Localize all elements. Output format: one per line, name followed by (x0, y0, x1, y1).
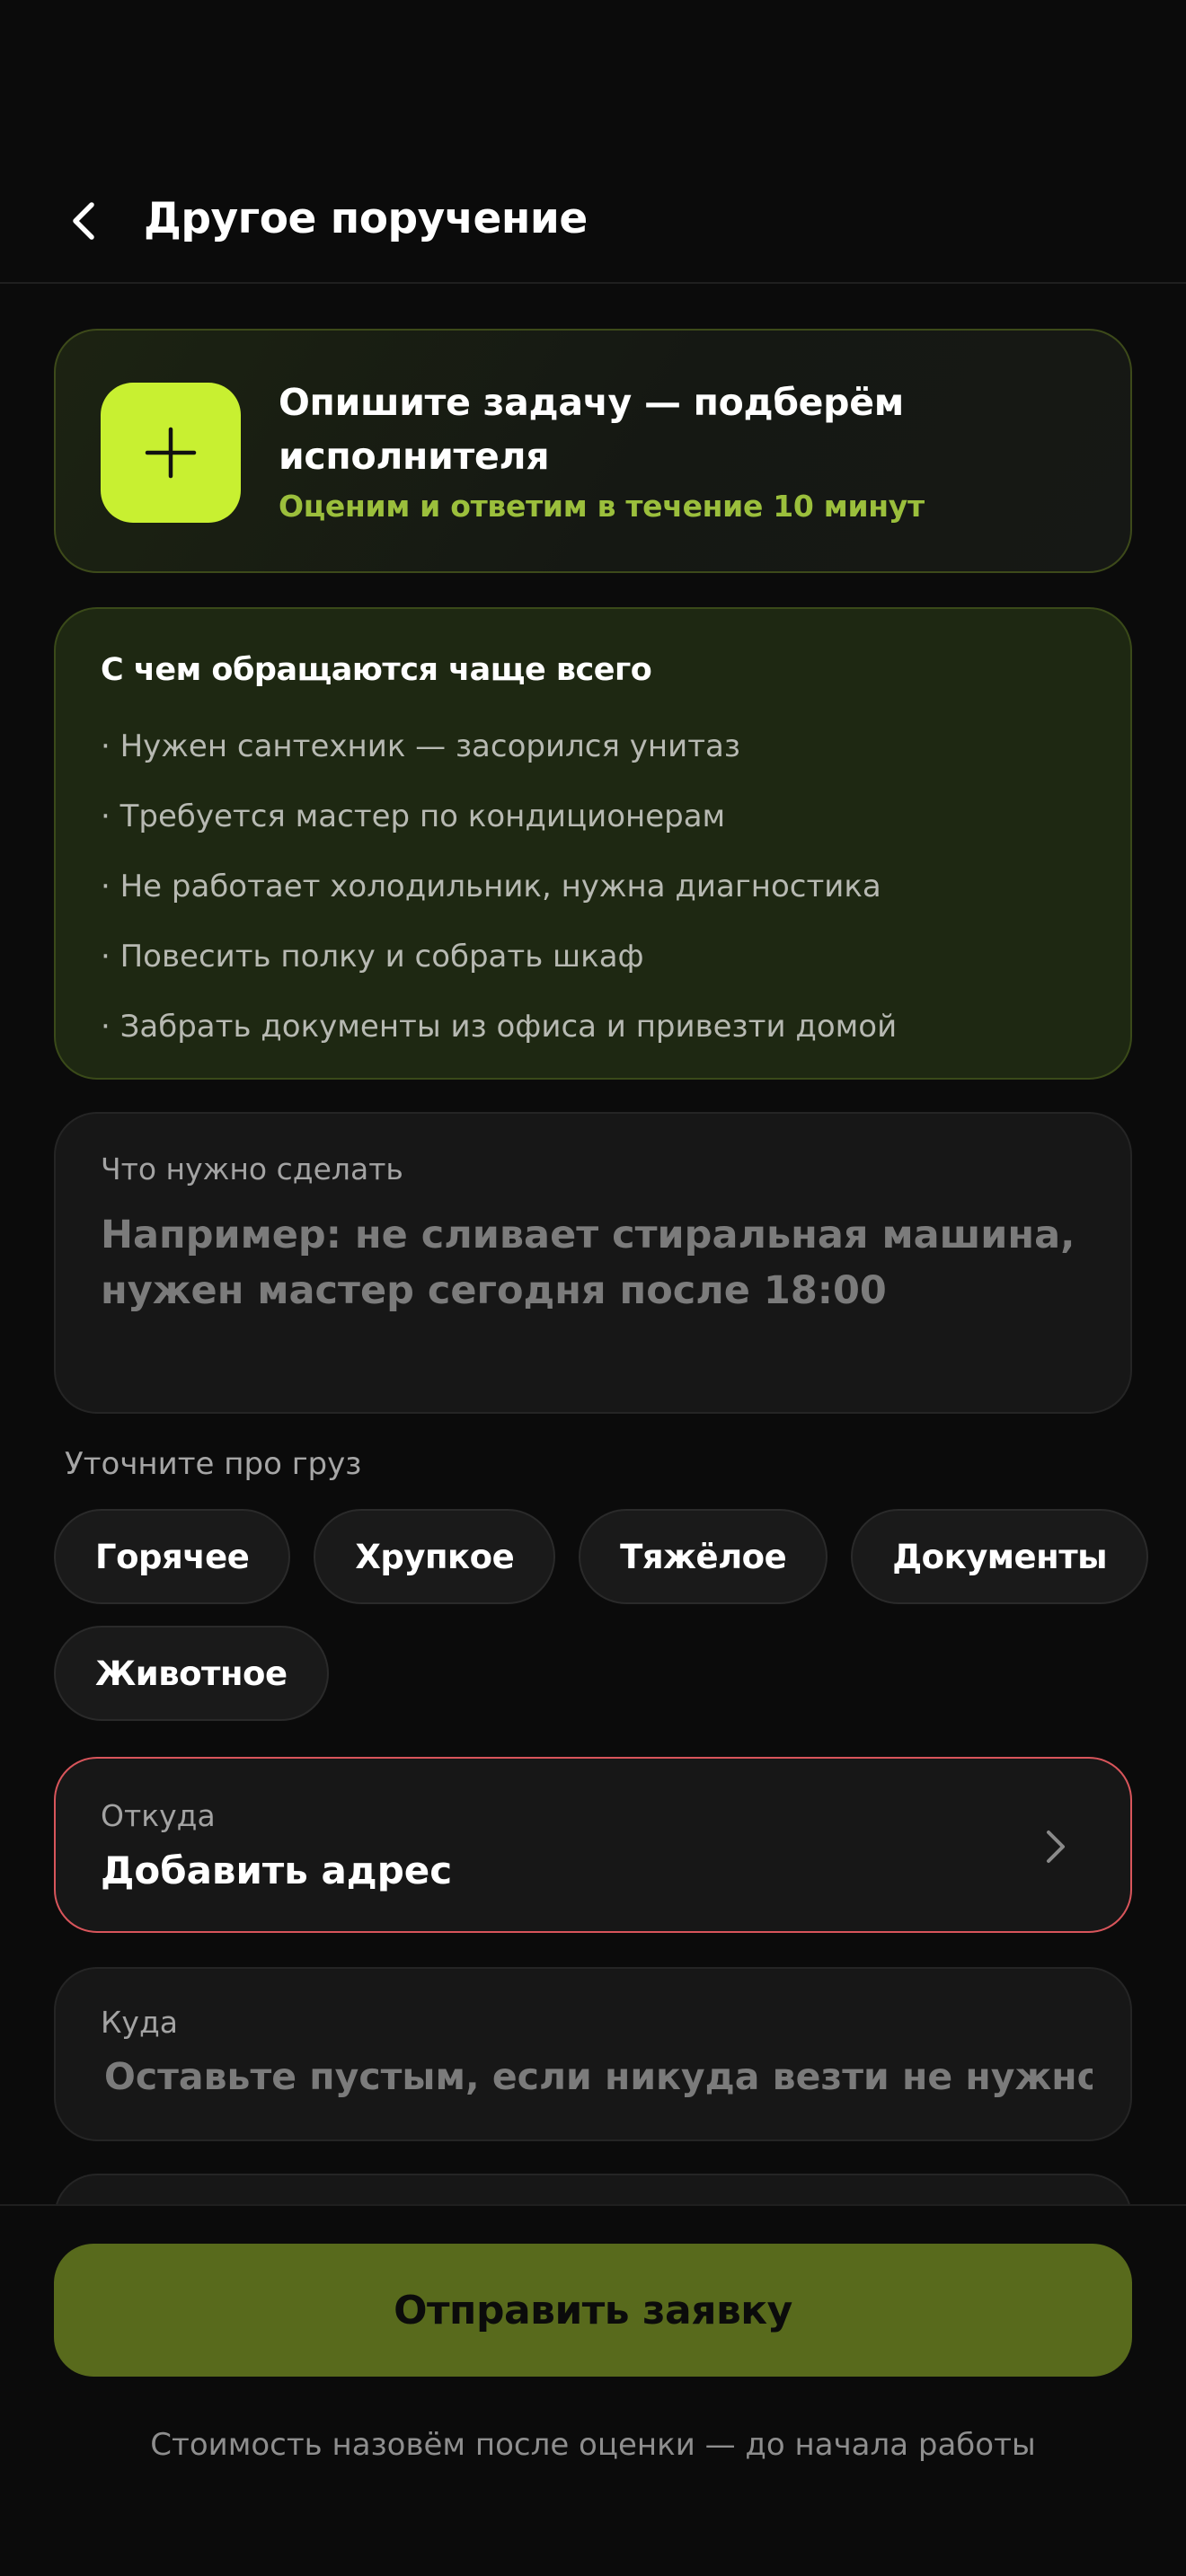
hero-card[interactable]: Опишите задачу — подберём исполнителя Оц… (54, 329, 1132, 573)
chip-animal[interactable]: Животное (54, 1626, 329, 1721)
popular-requests-title: С чем обращаются чаще всего (101, 652, 652, 688)
from-address-value: Добавить адрес (101, 1848, 453, 1892)
popular-request-item[interactable]: · Повесить полку и собрать шкаф (101, 922, 897, 992)
plus-icon (145, 427, 197, 479)
cargo-chip-group: Горячее Хрупкое Тяжёлое Документы Животн… (54, 1509, 1150, 1721)
chip-hot[interactable]: Горячее (54, 1509, 291, 1604)
bottom-action-bar: Отправить заявку Стоимость назовём после… (0, 2204, 1186, 2576)
header: Другое поручение (0, 153, 1186, 284)
back-button[interactable] (52, 189, 117, 253)
task-description-field[interactable]: Что нужно сделать (54, 1112, 1132, 1414)
chevron-right-icon (1047, 1831, 1065, 1863)
to-address-field[interactable]: Куда (54, 1967, 1132, 2141)
hero-title: Опишите задачу — подберём исполнителя (279, 381, 904, 478)
popular-request-item[interactable]: · Не работает холодильник, нужна диагнос… (101, 851, 897, 922)
chip-heavy[interactable]: Тяжёлое (579, 1509, 828, 1604)
hero-plus-tile (101, 383, 241, 523)
popular-request-item[interactable]: · Забрать документы из офиса и привезти … (101, 992, 897, 1062)
hero-subtitle: Оценим и ответим в течение 10 минут (279, 489, 925, 524)
task-description-input[interactable] (101, 1207, 1080, 1315)
chip-fragile[interactable]: Хрупкое (314, 1509, 556, 1604)
from-address-field[interactable]: Откуда Добавить адрес (54, 1757, 1132, 1933)
from-address-label: Откуда (101, 1798, 216, 1833)
cargo-section-label: Уточните про груз (65, 1446, 362, 1482)
to-address-label: Куда (101, 2005, 178, 2040)
submit-request-button[interactable]: Отправить заявку (54, 2244, 1132, 2377)
popular-request-item[interactable]: · Нужен сантехник — засорился унитаз (101, 711, 897, 781)
cost-note: Стоимость назовём после оценки — до нача… (150, 2427, 1036, 2463)
from-address-chevron (1030, 1822, 1080, 1872)
to-address-input[interactable] (104, 2050, 1093, 2104)
task-description-label: Что нужно сделать (101, 1151, 403, 1187)
chip-documents[interactable]: Документы (851, 1509, 1149, 1604)
page-title: Другое поручение (144, 194, 588, 243)
chevron-left-icon (73, 202, 94, 240)
popular-requests-list: · Нужен сантехник — засорился унитаз · Т… (101, 711, 897, 1062)
popular-request-item[interactable]: · Требуется мастер по кондиционерам (101, 781, 897, 851)
popular-requests-card: С чем обращаются чаще всего · Нужен сант… (54, 607, 1132, 1080)
